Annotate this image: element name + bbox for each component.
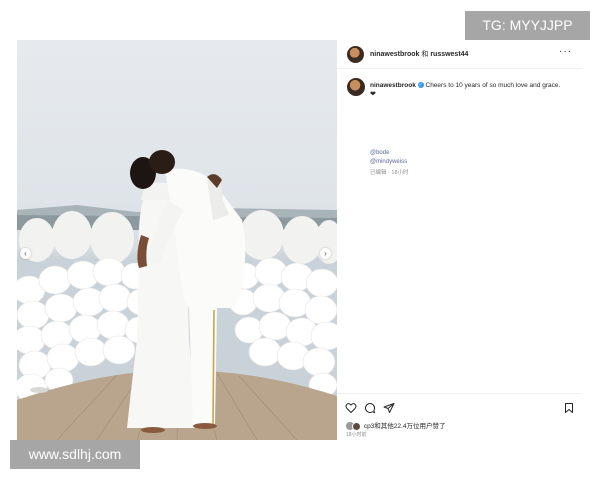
mention-link[interactable]: @bode [370,149,407,158]
coauthor-username-link[interactable]: russwest44 [430,51,468,58]
carousel-prev-button[interactable]: ‹ [20,248,31,259]
avatar[interactable] [347,46,364,63]
bookmark-icon[interactable] [563,402,575,414]
caption-meta: 已编辑 · 18小时 [370,170,409,176]
watermark-bottom-left: www.sdlhj.com [10,440,140,469]
caption-heart-emoji: ❤ [370,91,376,98]
author-joiner: 和 [421,51,429,58]
post-timestamp: 18小时前 [346,432,367,438]
caption-avatar[interactable] [347,78,365,96]
more-options-button[interactable]: ··· [559,46,572,57]
comment-icon[interactable] [364,402,376,414]
caption-mentions: @bode @mindyweiss [370,149,407,167]
likes-summary[interactable]: cp3和其他22.4万位用户赞了 [346,420,445,431]
likes-text: cp3和其他22.4万位用户赞了 [363,423,446,430]
post-photo[interactable]: ‹ › [17,40,337,440]
heart-icon[interactable] [345,402,357,414]
post-side-panel: ninawestbrook 和 russwest44 ··· ninawestb… [337,40,582,440]
share-icon[interactable] [383,402,395,414]
instagram-post: ‹ › ninawestbrook 和 russwest44 ··· ninaw… [17,40,582,440]
liker-avatar [352,421,361,431]
verified-badge-icon: ✓ [417,82,424,89]
post-authors: ninawestbrook 和 russwest44 [370,49,468,59]
caption-body: Cheers to 10 years of so much love and g… [425,82,561,89]
watermark-top-right: TG: MYYJJPP [465,11,590,40]
post-header: ninawestbrook 和 russwest44 ··· [337,40,582,69]
post-actions: cp3和其他22.4万位用户赞了 18小时前 [337,393,582,441]
carousel-next-button[interactable]: › [320,248,331,259]
caption-text: ninawestbrook ✓ Cheers to 10 years of so… [370,81,575,99]
mention-link[interactable]: @mindyweiss [370,158,407,167]
caption-username-link[interactable]: ninawestbrook [370,82,416,89]
author-username-link[interactable]: ninawestbrook [370,51,419,58]
wedding-photo-illustration [17,150,337,440]
